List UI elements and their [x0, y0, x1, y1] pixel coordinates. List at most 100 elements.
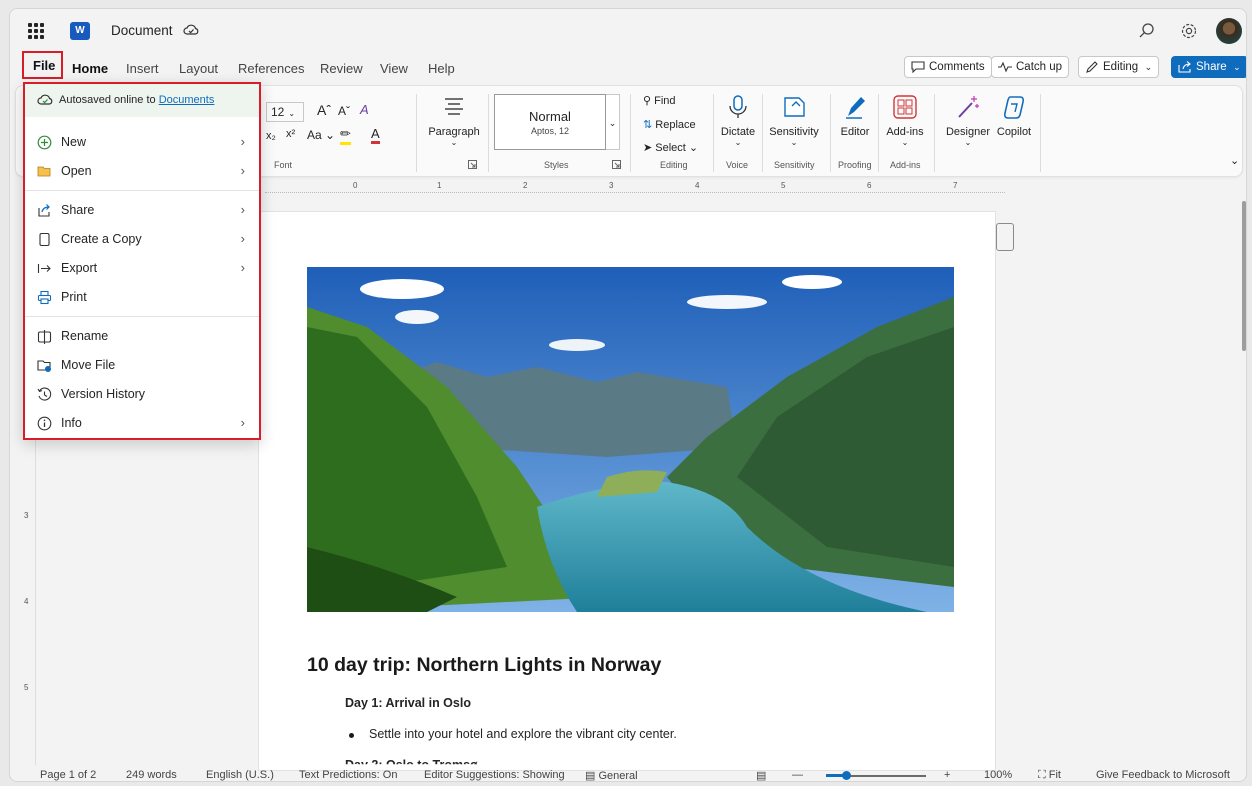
- tab-layout[interactable]: Layout: [179, 61, 218, 76]
- tab-help[interactable]: Help: [428, 61, 455, 76]
- menu-item-label: Export: [61, 261, 98, 275]
- dialog-launcher-icon[interactable]: [468, 160, 477, 169]
- settings-gear-icon[interactable]: [1180, 22, 1198, 40]
- user-avatar[interactable]: [1216, 18, 1242, 44]
- document-page[interactable]: 10 day trip: Northern Lights in Norway D…: [258, 211, 996, 771]
- sensitivity-label: Sensitivity: [769, 126, 819, 138]
- menu-item-open[interactable]: Open ›: [25, 157, 259, 186]
- fit-button[interactable]: ⛶ Fit: [1038, 769, 1061, 781]
- tab-file[interactable]: File: [22, 51, 63, 79]
- day-heading: Day 1: Arrival in Oslo: [345, 696, 471, 710]
- comment-margin-icon[interactable]: [996, 223, 1014, 251]
- cloud-saved-icon: [183, 24, 199, 35]
- chevron-down-icon: ⌄: [1144, 62, 1153, 72]
- menu-item-share[interactable]: Share ›: [25, 196, 259, 225]
- status-bar: Page 1 of 2 249 words English (U.S.) Tex…: [10, 763, 1246, 782]
- superscript-icon[interactable]: x²: [286, 128, 295, 140]
- sensitivity-button[interactable]: Sensitivity ⌄: [766, 94, 822, 147]
- ribbon-collapse-icon[interactable]: ⌄: [1230, 154, 1239, 167]
- menu-item-label: Share: [61, 203, 95, 217]
- chevron-right-icon: ›: [240, 163, 245, 178]
- comments-button[interactable]: Comments: [904, 56, 992, 78]
- designer-button[interactable]: Designer ⌄: [942, 94, 994, 147]
- tab-insert[interactable]: Insert: [126, 61, 159, 76]
- language[interactable]: English (U.S.): [206, 769, 274, 781]
- menu-item-move-file[interactable]: Move File: [25, 351, 259, 380]
- add-ins-grid-icon: [893, 95, 917, 119]
- dialog-launcher-icon[interactable]: [612, 160, 621, 169]
- editing-mode-dropdown[interactable]: Editing ⌄: [1078, 56, 1160, 78]
- zoom-in-icon[interactable]: +: [944, 769, 950, 781]
- editing-group-label: Editing: [660, 160, 688, 170]
- feedback-link[interactable]: Give Feedback to Microsoft: [1096, 769, 1230, 781]
- search-icon[interactable]: [1138, 22, 1156, 40]
- menu-item-new[interactable]: New ›: [25, 128, 259, 157]
- replace-icon: ⇅: [643, 119, 653, 131]
- chevron-down-icon: ⌄: [450, 138, 458, 147]
- font-size-value: 12: [271, 105, 285, 119]
- app-launcher-icon[interactable]: [28, 23, 44, 39]
- font-size-select[interactable]: 12 ⌄: [266, 102, 304, 122]
- replace-button[interactable]: ⇅ Replace: [643, 118, 696, 131]
- menu-item-create-copy[interactable]: Create a Copy ›: [25, 225, 259, 254]
- style-normal[interactable]: Normal Aptos, 12: [494, 94, 606, 150]
- add-ins-group-label: Add-ins: [890, 160, 921, 170]
- printer-icon: [37, 290, 52, 305]
- copilot-button[interactable]: Copilot: [992, 94, 1036, 138]
- ruler-tick: 5: [24, 683, 29, 692]
- shrink-font-icon[interactable]: Aˇ: [338, 104, 350, 118]
- tab-view[interactable]: View: [380, 61, 408, 76]
- grow-font-icon[interactable]: Aˆ: [317, 102, 331, 118]
- editor-suggestions[interactable]: Editor Suggestions: Showing: [424, 769, 565, 781]
- share-icon: [38, 204, 50, 217]
- plus-circle-icon: [37, 135, 52, 150]
- editor-button[interactable]: Editor: [834, 94, 876, 138]
- style-font: Aptos, 12: [530, 126, 570, 136]
- menu-item-info[interactable]: Info ›: [25, 409, 259, 438]
- menu-item-label: Version History: [61, 387, 146, 401]
- sensitivity-status[interactable]: ▤ General: [585, 769, 638, 782]
- page-count[interactable]: Page 1 of 2: [40, 769, 96, 781]
- menu-item-export[interactable]: Export ›: [25, 254, 259, 283]
- menu-item-label: Move File: [61, 358, 116, 372]
- document-title[interactable]: Document: [111, 23, 173, 38]
- menu-item-rename[interactable]: Rename: [25, 322, 259, 351]
- find-button[interactable]: ⚲ Find: [643, 94, 676, 107]
- ribbon-separator: [713, 94, 714, 172]
- ruler-tick: 7: [953, 181, 958, 190]
- chevron-right-icon: ›: [240, 260, 245, 275]
- sensitivity-status-label: General: [598, 770, 638, 782]
- styles-more-button[interactable]: ⌄: [606, 94, 620, 150]
- list-item: Settle into your hotel and explore the v…: [349, 727, 677, 741]
- menu-item-print[interactable]: Print: [25, 283, 259, 312]
- menu-item-version-history[interactable]: Version History: [25, 380, 259, 409]
- share-icon: [1178, 61, 1191, 73]
- select-button[interactable]: ➤ Select ⌄: [643, 141, 698, 154]
- font-color-icon[interactable]: A: [371, 126, 380, 144]
- text-predictions[interactable]: Text Predictions: On: [299, 769, 397, 781]
- paragraph-label: Paragraph: [428, 126, 480, 138]
- find-icon: ⚲: [643, 95, 652, 107]
- paragraph-button[interactable]: Paragraph ⌄: [424, 94, 484, 147]
- word-count[interactable]: 249 words: [126, 769, 177, 781]
- catch-up-button[interactable]: Catch up: [991, 56, 1070, 78]
- vertical-scrollbar[interactable]: [1242, 201, 1246, 351]
- highlighter-icon[interactable]: ✏: [340, 126, 351, 145]
- tab-references[interactable]: References: [238, 61, 304, 76]
- fjord-photo[interactable]: [307, 267, 954, 612]
- zoom-slider-thumb[interactable]: [842, 771, 851, 780]
- zoom-level[interactable]: 100%: [984, 769, 1012, 781]
- tab-review[interactable]: Review: [320, 61, 363, 76]
- share-button[interactable]: Share ⌄: [1171, 56, 1246, 78]
- view-mode-icon[interactable]: ▤: [756, 769, 766, 781]
- documents-link[interactable]: Documents: [159, 94, 215, 106]
- clear-formatting-icon[interactable]: A: [360, 102, 369, 117]
- tab-home[interactable]: Home: [72, 61, 108, 76]
- subscript-icon[interactable]: x₂: [266, 130, 276, 142]
- dictate-button[interactable]: Dictate ⌄: [716, 94, 760, 147]
- zoom-out-icon[interactable]: —: [792, 769, 803, 781]
- add-ins-button[interactable]: Add-ins ⌄: [882, 94, 928, 147]
- change-case-icon[interactable]: Aa ⌄: [307, 128, 335, 142]
- title-bar: W Document: [10, 9, 1246, 55]
- menu-divider: [25, 190, 259, 191]
